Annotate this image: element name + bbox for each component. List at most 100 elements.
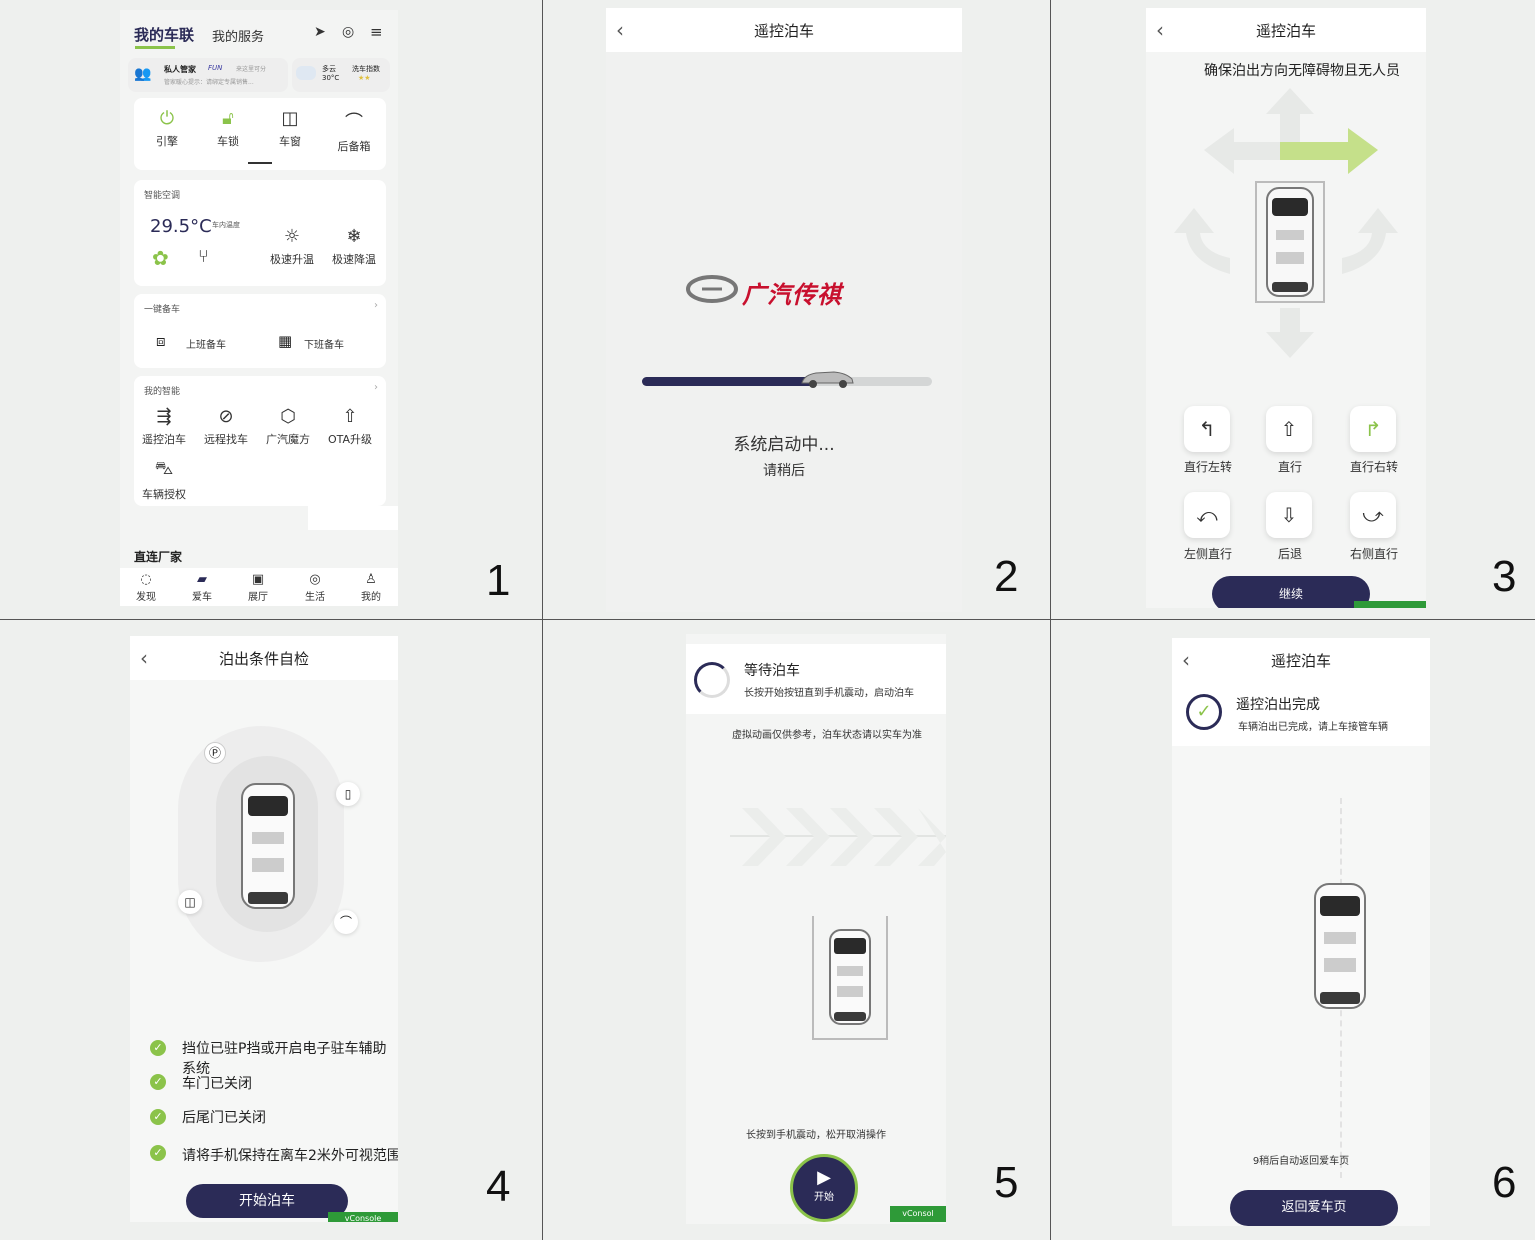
trunk-label: 后备箱 bbox=[337, 140, 371, 153]
left-curve-icon: ⤺ bbox=[1196, 503, 1218, 527]
off-work-prep-button[interactable]: 下班备车 bbox=[304, 336, 344, 351]
divider-h bbox=[0, 619, 1535, 620]
phone-icon: ▯ bbox=[336, 782, 360, 806]
status-card: 等待泊车 长按开始按钮直到手机震动，启动泊车 bbox=[686, 644, 946, 714]
weather-text: 多云 bbox=[322, 65, 336, 73]
instruction-text: 确保泊出方向无障碍物且无人员 bbox=[1204, 63, 1400, 79]
trunk-control[interactable]: ⌒ 后备箱 bbox=[324, 108, 384, 154]
menu-icon[interactable]: ≡ bbox=[370, 23, 383, 41]
parking-p-icon: Ⓟ bbox=[204, 742, 226, 764]
upload-icon: ⇧ bbox=[342, 406, 358, 427]
fast-heat-button[interactable]: ☼ 极速升温 bbox=[262, 226, 322, 267]
back-icon[interactable]: ‹ bbox=[140, 646, 148, 670]
panel-5-screen: 等待泊车 长按开始按钮直到手机震动，启动泊车 虚拟动画仅供参考，泊车状态请以实车… bbox=[686, 634, 946, 1224]
nav-discover[interactable]: ◌ 发现 bbox=[120, 572, 176, 603]
tab-my-service[interactable]: 我的服务 bbox=[212, 26, 264, 45]
panel-number-5: 5 bbox=[994, 1158, 1019, 1207]
butler-avatar-icon: 👥 bbox=[134, 66, 152, 82]
navbar: ‹ 遥控泊车 bbox=[1172, 638, 1430, 682]
engine-control[interactable]: ⏻ 引擎 bbox=[137, 108, 197, 149]
straight-left-button[interactable]: ↰ bbox=[1184, 406, 1230, 452]
straight-right-button[interactable]: ↱ bbox=[1350, 406, 1396, 452]
nav-discover-label: 发现 bbox=[136, 592, 156, 603]
vehicle-auth-item[interactable]: ⛍ 车辆授权 bbox=[134, 458, 194, 502]
nav-showroom[interactable]: ▣ 展厅 bbox=[228, 572, 288, 603]
chevron-right-icon[interactable]: › bbox=[374, 382, 378, 393]
fast-cool-button[interactable]: ❄ 极速降温 bbox=[324, 226, 384, 267]
prep-card: 一键备车 › ⧈ 上班备车 ▦ 下班备车 bbox=[134, 294, 386, 368]
nav-me[interactable]: ♙ 我的 bbox=[341, 572, 398, 603]
check-item-gear: 挡位已驻P挡或开启电子驻车辅助系统 bbox=[182, 1041, 387, 1077]
ac-temperature-label: 车内温度 bbox=[212, 221, 240, 229]
lock-control[interactable]: 🔓︎ 车锁 bbox=[198, 108, 258, 149]
turn-left-icon: ↰ bbox=[1198, 417, 1216, 441]
power-icon: ⏻ bbox=[159, 108, 175, 129]
status-sub: 长按开始按钮直到手机震动，启动泊车 bbox=[744, 688, 914, 699]
wash-index-label: 洗车指数 bbox=[352, 65, 380, 73]
navbar: ‹ 遥控泊车 bbox=[1146, 8, 1426, 52]
back-icon[interactable]: ‹ bbox=[1182, 648, 1190, 672]
start-parking-button[interactable]: 开始泊车 bbox=[186, 1184, 348, 1218]
panel-4-screen: ‹ 泊出条件自检 Ⓟ ▯ ◫ ⌒ ✓ 挡位已驻P挡或开启电子驻车辅助系统 ✓ 车… bbox=[130, 636, 398, 1222]
progress-track bbox=[642, 371, 932, 388]
back-icon[interactable]: ‹ bbox=[616, 18, 624, 42]
console-tab[interactable] bbox=[1354, 601, 1426, 608]
reverse-button[interactable]: ⇩ bbox=[1266, 492, 1312, 538]
continue-button[interactable]: 继续 bbox=[1212, 576, 1370, 608]
vehicle-auth-label: 车辆授权 bbox=[142, 488, 186, 501]
panel-number-4: 4 bbox=[486, 1162, 511, 1211]
seat-heat-icon[interactable]: ⑂ bbox=[198, 246, 209, 267]
page-title: 遥控泊车 bbox=[753, 21, 814, 40]
message-icon[interactable]: ◎ bbox=[342, 24, 354, 40]
wash-stars-icon: ★★ bbox=[358, 74, 371, 82]
car-top-view bbox=[238, 782, 298, 910]
tailgate-icon: ⌒ bbox=[334, 910, 358, 934]
smart-card: 我的智能 › ⇶ 遥控泊车 ⊘ 远程找车 ⬡ 广汽魔方 ⇧ OTA升级 ⛍ 车辆授权 bbox=[134, 376, 386, 506]
straight-button[interactable]: ⇧ bbox=[1266, 406, 1312, 452]
page-title: 泊出条件自检 bbox=[218, 649, 309, 668]
panel-2-screen: ‹ 遥控泊车 广汽传祺 系统启动中... 请稍后 bbox=[606, 8, 962, 612]
right-straight-button[interactable]: ⤻ bbox=[1350, 492, 1396, 538]
fan-icon[interactable]: ✿ bbox=[152, 246, 169, 270]
window-control[interactable]: ◫ 车窗 bbox=[260, 108, 320, 149]
ota-item[interactable]: ⇧ OTA升级 bbox=[320, 406, 380, 447]
panel-3-screen: ‹ 遥控泊车 确保泊出方向无障碍物且无人员 ↰ ⇧ ↱ 直行左转 直行 直行右转… bbox=[1146, 8, 1426, 608]
nav-my-car[interactable]: ▰ 爱车 bbox=[172, 572, 232, 603]
back-to-car-button[interactable]: 返回爱车页 bbox=[1230, 1190, 1398, 1226]
console-tab[interactable]: vConsol bbox=[890, 1206, 946, 1222]
divider-v2 bbox=[1050, 0, 1051, 1240]
remote-parking-item[interactable]: ⇶ 遥控泊车 bbox=[134, 406, 194, 447]
chevron-right-icon[interactable]: › bbox=[374, 300, 378, 311]
check-icon: ✓ bbox=[150, 1145, 166, 1161]
ac-title: 智能空调 bbox=[144, 191, 181, 201]
panel-6-screen: ‹ 遥控泊车 ✓ 遥控泊出完成 车辆泊出已完成，请上车接管车辆 9稍后自动返回爱… bbox=[1172, 638, 1430, 1226]
work-prep-button[interactable]: 上班备车 bbox=[186, 336, 226, 351]
remote-parking-icon: ⇶ bbox=[156, 406, 172, 427]
console-tab[interactable]: vConsole bbox=[328, 1212, 398, 1222]
tab-my-car[interactable]: 我的车联 bbox=[134, 24, 194, 45]
car-top-view bbox=[1312, 882, 1368, 1010]
check-item-door: 车门已关闭 bbox=[182, 1076, 252, 1092]
find-car-label: 远程找车 bbox=[204, 433, 248, 446]
butler-banner[interactable]: 👥 私人管家 FUN 来这里可分 管家暖心提示：请绑定专属销售... bbox=[128, 58, 288, 92]
window-icon: ◫ bbox=[281, 108, 299, 129]
back-icon[interactable]: ‹ bbox=[1156, 18, 1164, 42]
left-straight-button[interactable]: ⤺ bbox=[1184, 492, 1230, 538]
panel-number-1: 1 bbox=[486, 556, 511, 605]
page-indicator bbox=[248, 162, 272, 164]
nav-life[interactable]: ◎ 生活 bbox=[285, 572, 345, 603]
nav-me-label: 我的 bbox=[361, 592, 381, 603]
weather-banner[interactable]: 多云 30°C 洗车指数 ★★ bbox=[292, 58, 390, 92]
find-car-icon: ⊘ bbox=[218, 406, 234, 427]
disclaimer-text: 虚拟动画仅供参考，泊车状态请以实车为准 bbox=[732, 730, 922, 741]
start-hold-button[interactable]: ▶ 开始 bbox=[790, 1154, 858, 1222]
forward-chevrons-icon bbox=[730, 808, 946, 866]
hold-hint: 长按到手机震动，松开取消操作 bbox=[746, 1130, 886, 1141]
navbar: ‹ 遥控泊车 bbox=[606, 8, 962, 52]
completion-sub: 车辆泊出已完成，请上车接管车辆 bbox=[1238, 722, 1388, 733]
butler-label: 私人管家 bbox=[164, 65, 196, 74]
find-car-item[interactable]: ⊘ 远程找车 bbox=[196, 406, 256, 447]
location-icon[interactable]: ➤ bbox=[314, 24, 326, 40]
magic-cube-item[interactable]: ⬡ 广汽魔方 bbox=[258, 406, 318, 447]
quick-controls-card: ⏻ 引擎 🔓︎ 车锁 ◫ 车窗 ⌒ 后备箱 bbox=[134, 98, 386, 170]
